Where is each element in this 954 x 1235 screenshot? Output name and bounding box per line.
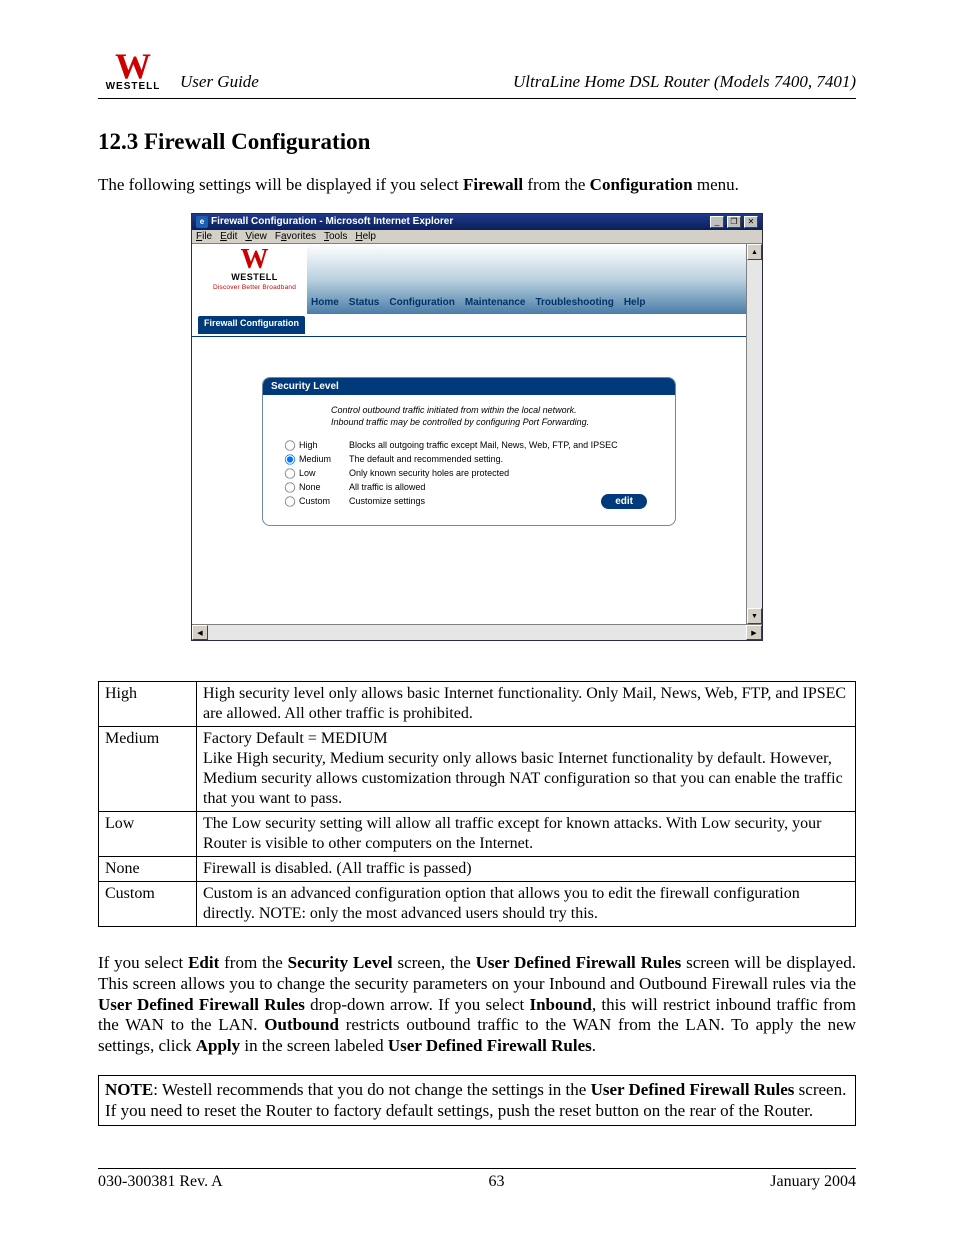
nav-home[interactable]: Home <box>307 295 343 310</box>
ie-viewport: W WESTELL Discover Better Broadband Home… <box>192 244 746 624</box>
logo-name: WESTELL <box>98 81 168 92</box>
panel-description: Control outbound traffic initiated from … <box>331 405 657 428</box>
explanation-paragraph: If you select Edit from the Security Lev… <box>98 953 856 1057</box>
radio-high[interactable] <box>283 440 297 450</box>
scroll-right-icon[interactable]: ▶ <box>746 625 762 640</box>
horizontal-scrollbar[interactable]: ◀ ▶ <box>192 624 762 640</box>
sub-nav: Firewall Configuration <box>192 314 746 337</box>
table-row: HighHigh security level only allows basi… <box>99 682 856 727</box>
option-label-high: High <box>299 440 349 450</box>
banner-logo-name: WESTELL <box>202 272 307 282</box>
footer-date: January 2004 <box>770 1173 856 1191</box>
guide-label: User Guide <box>180 72 259 92</box>
intro-text: The following settings will be displayed… <box>98 175 463 194</box>
option-label-custom: Custom <box>299 496 349 506</box>
def-val: Firewall is disabled. (All traffic is pa… <box>197 857 856 882</box>
nav-maintenance[interactable]: Maintenance <box>461 295 530 310</box>
nav-configuration[interactable]: Configuration <box>385 295 459 310</box>
def-key: High <box>99 682 197 727</box>
def-val: The Low security setting will allow all … <box>197 812 856 857</box>
nav-status[interactable]: Status <box>345 295 384 310</box>
intro-text: menu. <box>693 175 739 194</box>
footer-page: 63 <box>488 1173 504 1191</box>
panel-desc-line2: Inbound traffic may be controlled by con… <box>331 417 589 427</box>
option-desc-low: Only known security holes are protected <box>349 468 657 478</box>
definitions-table: HighHigh security level only allows basi… <box>98 681 856 927</box>
tab-firewall-configuration[interactable]: Firewall Configuration <box>198 316 305 334</box>
intro-bold-firewall: Firewall <box>463 175 523 194</box>
note-box: NOTE: Westell recommends that you do not… <box>98 1075 856 1126</box>
intro-bold-configuration: Configuration <box>590 175 693 194</box>
intro-text: from the <box>523 175 590 194</box>
main-nav: Home Status Configuration Maintenance Tr… <box>307 295 649 310</box>
scroll-up-icon[interactable]: ▲ <box>747 244 762 260</box>
westell-logo-banner: W WESTELL Discover Better Broadband <box>192 244 307 314</box>
intro-paragraph: The following settings will be displayed… <box>98 175 856 195</box>
nav-help[interactable]: Help <box>620 295 650 310</box>
table-row: NoneFirewall is disabled. (All traffic i… <box>99 857 856 882</box>
footer-rule <box>98 1168 856 1169</box>
logo-glyph: W <box>98 54 168 79</box>
def-val: Factory Default = MEDIUM Like High secur… <box>197 727 856 812</box>
ie-title: Firewall Configuration - Microsoft Inter… <box>211 217 453 227</box>
table-row: MediumFactory Default = MEDIUM Like High… <box>99 727 856 812</box>
option-desc-none: All traffic is allowed <box>349 482 657 492</box>
def-val: Custom is an advanced configuration opti… <box>197 882 856 927</box>
edit-button[interactable]: edit <box>601 494 647 509</box>
menu-help[interactable]: Help <box>355 231 376 242</box>
option-label-medium: Medium <box>299 454 349 464</box>
option-desc-medium: The default and recommended setting. <box>349 454 657 464</box>
scroll-down-icon[interactable]: ▼ <box>747 608 762 624</box>
menu-favorites[interactable]: Favorites <box>275 231 316 242</box>
close-button[interactable]: ✕ <box>744 216 758 228</box>
menu-file[interactable]: File <box>196 231 212 242</box>
def-key: None <box>99 857 197 882</box>
radio-medium[interactable] <box>283 454 297 464</box>
radio-none[interactable] <box>283 482 297 492</box>
security-level-panel: Security Level Control outbound traffic … <box>262 377 676 525</box>
product-label: UltraLine Home DSL Router (Models 7400, … <box>513 72 856 92</box>
def-key: Custom <box>99 882 197 927</box>
maximize-button[interactable]: ❐ <box>727 216 741 228</box>
page-footer: 030-300381 Rev. A 63 January 2004 <box>98 1173 856 1191</box>
def-val: High security level only allows basic In… <box>197 682 856 727</box>
banner-tagline: Discover Better Broadband <box>202 284 307 291</box>
nav-troubleshooting[interactable]: Troubleshooting <box>531 295 617 310</box>
panel-desc-line1: Control outbound traffic initiated from … <box>331 405 577 415</box>
page-banner: W WESTELL Discover Better Broadband Home… <box>192 244 746 314</box>
menu-tools[interactable]: Tools <box>324 231 347 242</box>
option-label-low: Low <box>299 468 349 478</box>
def-key: Low <box>99 812 197 857</box>
radio-low[interactable] <box>283 468 297 478</box>
header-rule <box>98 98 856 99</box>
option-label-none: None <box>299 482 349 492</box>
security-options: High Blocks all outgoing traffic except … <box>281 439 657 508</box>
vertical-scrollbar[interactable]: ▲ ▼ <box>746 244 762 624</box>
table-row: LowThe Low security setting will allow a… <box>99 812 856 857</box>
screenshot-ie-window: e Firewall Configuration - Microsoft Int… <box>191 213 763 641</box>
def-key: Medium <box>99 727 197 812</box>
radio-custom[interactable] <box>283 496 297 506</box>
menu-edit[interactable]: Edit <box>220 231 237 242</box>
table-row: CustomCustom is an advanced configuratio… <box>99 882 856 927</box>
ie-menubar: File Edit View Favorites Tools Help <box>192 230 762 244</box>
footer-rev: 030-300381 Rev. A <box>98 1173 223 1191</box>
menu-view[interactable]: View <box>245 231 267 242</box>
ie-icon: e <box>196 216 208 228</box>
section-title: 12.3 Firewall Configuration <box>98 129 856 155</box>
westell-logo: W WESTELL <box>98 54 168 92</box>
scroll-left-icon[interactable]: ◀ <box>192 625 208 640</box>
panel-title: Security Level <box>263 378 675 395</box>
minimize-button[interactable]: _ <box>710 216 724 228</box>
ie-titlebar: e Firewall Configuration - Microsoft Int… <box>192 214 762 230</box>
option-desc-high: Blocks all outgoing traffic except Mail,… <box>349 440 657 450</box>
